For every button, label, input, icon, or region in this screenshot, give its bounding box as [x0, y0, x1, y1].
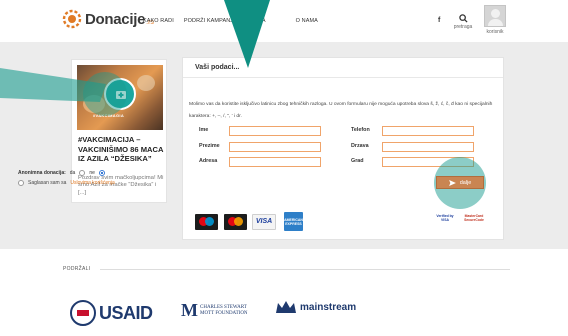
anon-no-radio[interactable] [98, 170, 105, 176]
adresa-field[interactable] [229, 157, 321, 167]
site-logo[interactable]: Donacije .rs [62, 9, 154, 29]
search-button[interactable]: pretraga [450, 14, 476, 30]
vaccine-badge [104, 78, 136, 110]
ime-field[interactable] [229, 126, 321, 136]
send-icon [448, 179, 456, 186]
anonymous-donation-row: Anonimna donacija: da ne [18, 170, 105, 176]
search-label: pretraga [453, 24, 473, 30]
amex-logo: AMERICAN EXPRESS [284, 212, 303, 231]
drzava-field[interactable] [382, 142, 474, 152]
anon-label: Anonimna donacija: [18, 170, 66, 176]
usaid-text: USAID [99, 302, 153, 323]
mainstream-logo[interactable]: mainstream [275, 300, 356, 314]
badge-text: #VAKCIMAGIA [93, 113, 125, 118]
terms-checkbox[interactable] [18, 180, 24, 186]
facebook-icon[interactable]: f [438, 17, 440, 24]
submit-label: dalje [459, 179, 472, 186]
mastercard-logo [224, 214, 247, 230]
anon-yes-label: da [69, 170, 76, 176]
prezime-field[interactable] [229, 142, 321, 152]
submit-button[interactable]: dalje [436, 176, 484, 189]
grad-field[interactable] [382, 157, 474, 167]
nav-item-cesta[interactable]: ČESTA [247, 18, 265, 24]
mastercard-securecode-logo: MasterCard SecureCode [464, 214, 484, 223]
label-telefon: Telefon [351, 127, 370, 133]
search-icon [458, 14, 468, 23]
label-ime: Ime [199, 127, 209, 133]
verified-by-visa-logo: Verified by VISA [436, 214, 454, 223]
form-title: Vaši podaci... [183, 58, 503, 78]
user-avatar-icon [484, 5, 506, 27]
terms-link[interactable]: Uslovima korišćenja [70, 180, 114, 186]
mott-line2: MOTT FOUNDATION [200, 310, 248, 316]
telefon-field[interactable] [382, 126, 474, 136]
maestro-logo [195, 214, 218, 230]
supporters-divider [100, 269, 510, 270]
label-adresa: Adresa [199, 158, 218, 164]
terms-text: Saglasan sam sa [28, 180, 67, 186]
campaign-excerpt: Pozdrav svim mačkoljupcima! Mi smo Azil … [78, 175, 164, 196]
supporters-label: PODRŽALI [63, 266, 91, 272]
mott-m-icon: M [181, 300, 198, 320]
main-nav: KAKO RADI PODRŽI KAMPANJU ČESTA O NAMA [143, 18, 318, 24]
mainstream-crown-icon [276, 301, 296, 313]
label-prezime: Prezime [199, 143, 220, 149]
form-intro: Molimo vas da koristite isključivo latin… [189, 102, 493, 119]
nav-item-kako-radi[interactable]: KAKO RADI [143, 18, 174, 24]
site-header: Donacije .rs KAKO RADI PODRŽI KAMPANJU Č… [0, 0, 568, 42]
label-grad: Grad [351, 158, 364, 164]
vaccine-cross-icon [116, 91, 126, 99]
campaign-image[interactable]: #VAKCIMAGIA [77, 65, 163, 130]
user-menu[interactable]: korisnik [482, 5, 508, 35]
nav-item-o-nama[interactable]: O NAMA [296, 18, 318, 24]
anon-yes-radio[interactable] [79, 170, 86, 176]
terms-row: Saglasan sam sa Uslovima korišćenja [18, 180, 115, 186]
usaid-seal-icon [70, 300, 96, 326]
visa-logo: VISA [252, 214, 276, 230]
usaid-logo[interactable]: USAID [70, 300, 153, 326]
user-label: korisnik [486, 29, 504, 35]
label-drzava: Drzava [351, 143, 369, 149]
mott-foundation-logo[interactable]: M CHARLES STEWART MOTT FOUNDATION [181, 300, 248, 321]
donacije-logo-icon [62, 9, 82, 29]
anon-no-label: ne [89, 170, 95, 176]
mott-line1: CHARLES STEWART [200, 304, 247, 310]
logo-text: Donacije [85, 10, 146, 28]
nav-item-podrzi-kampanju[interactable]: PODRŽI KAMPANJU [184, 18, 237, 24]
campaign-title[interactable]: #VAKCIMACIJA – VAKCINIŠIMO 86 MACA IZ AZ… [78, 135, 164, 164]
mainstream-text: mainstream [300, 301, 357, 313]
